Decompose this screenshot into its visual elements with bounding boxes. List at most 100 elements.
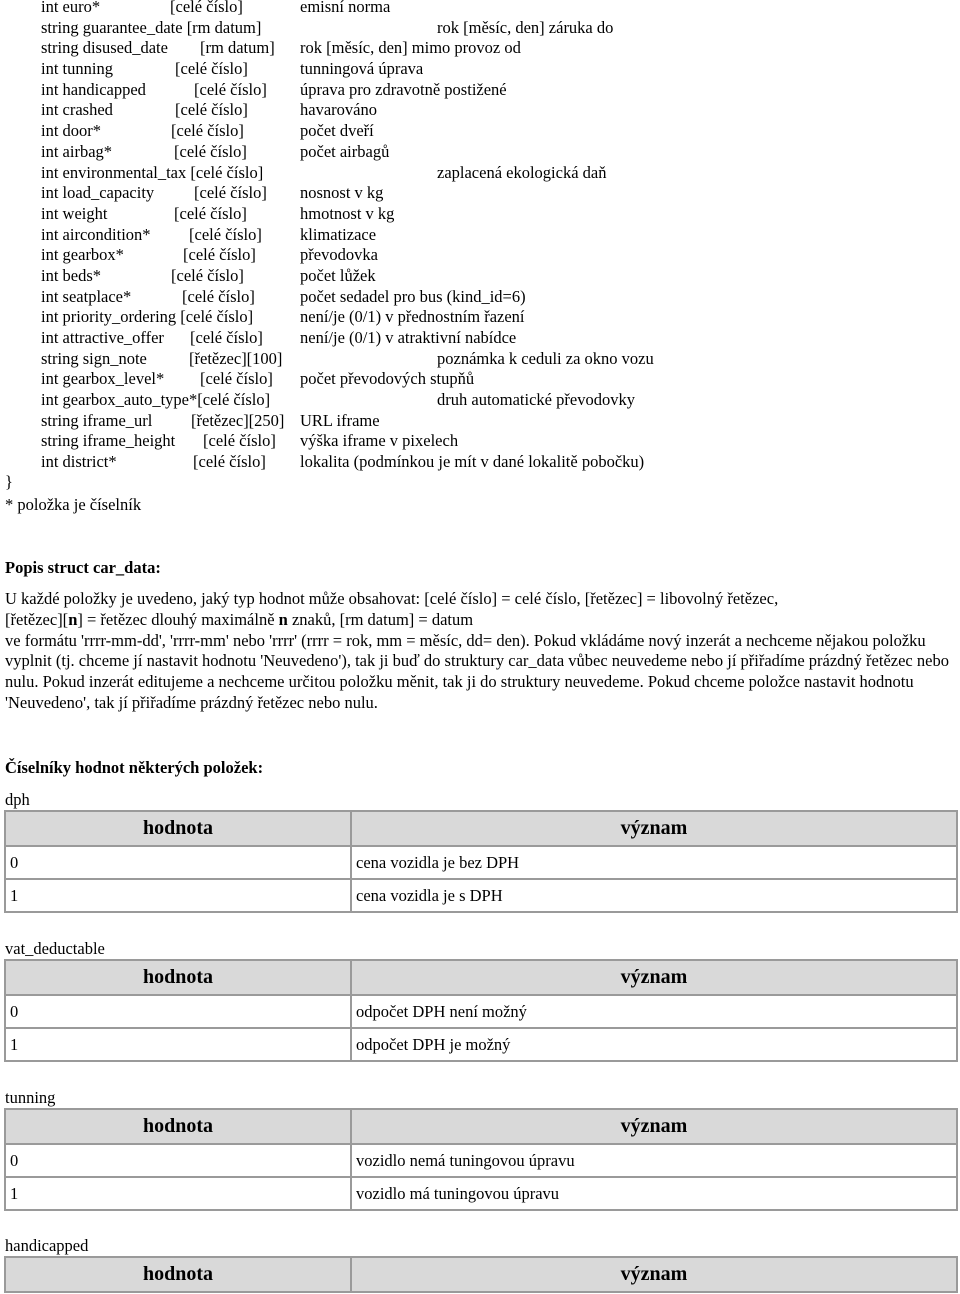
enum-name: handicapped: [5, 1236, 89, 1255]
footnote: * položka je číselník: [5, 495, 142, 514]
field-description: rok [měsíc, den] mimo provoz od: [300, 38, 521, 58]
field-description: hmotnost v kg: [300, 203, 395, 223]
cell-value: 1: [4, 878, 352, 913]
struct-field-line: int load_capacity [celé číslo] nosnost v k…: [0, 183, 960, 204]
field-type: [celé číslo]: [174, 203, 247, 223]
field-type: [rm datum]: [200, 38, 275, 58]
field-declaration: int airbag*: [41, 141, 113, 161]
description-fragment: [řetězec][: [5, 609, 69, 629]
table-header-row: hodnota význam: [4, 1256, 958, 1293]
field-type: [celé číslo]: [175, 59, 248, 79]
field-declaration: int crashed: [41, 100, 113, 120]
field-declaration: string iframe_url: [41, 410, 153, 430]
header-value: hodnota: [4, 1108, 352, 1145]
field-description: zaplacená ekologická daň: [437, 162, 607, 182]
cell-value: 1: [4, 1176, 352, 1211]
bold-n: n: [68, 609, 78, 629]
enum-name: tunning: [5, 1088, 56, 1107]
field-type: [celé číslo]: [170, 0, 243, 16]
struct-field-line: int seatplace* [celé číslo] počet sedadel …: [0, 287, 960, 308]
field-declaration: int attractive_offer: [41, 328, 164, 347]
cell-meaning: cena vozidla je bez DPH: [350, 845, 958, 880]
field-description: není/je (0/1) v přednostním řazení: [300, 307, 525, 327]
cell-value: 1: [4, 1027, 352, 1062]
enum-table: hodnota význam 0 cena vozidla je bez DPH 1 ce…: [4, 810, 958, 913]
field-description: URL iframe: [300, 410, 380, 430]
struct-field-line: int district* [celé číslo] lokalita (podmí…: [0, 452, 960, 473]
table-header-row: hodnota význam: [4, 959, 958, 996]
field-type: [celé číslo]: [182, 286, 255, 306]
field-declaration: int gearbox_level*: [41, 369, 165, 389]
field-type: [celé číslo]: [190, 328, 263, 347]
header-meaning: význam: [350, 1108, 958, 1145]
table-row: 1 cena vozidla je s DPH: [4, 878, 958, 913]
field-declaration: int load_capacity: [41, 183, 155, 203]
field-description: není/je (0/1) v atraktivní nabídce: [300, 328, 517, 347]
field-declaration: int priority_ordering [celé číslo]: [41, 307, 254, 327]
table-row: 1 odpočet DPH je možný: [4, 1027, 958, 1062]
field-declaration: string iframe_height: [41, 431, 176, 451]
field-description: převodovka: [300, 245, 378, 265]
field-declaration: int weight: [41, 203, 108, 223]
struct-field-line: string guarantee_date [rm datum] rok [měs…: [0, 18, 960, 39]
table-row: 1 vozidlo má tuningovou úpravu: [4, 1176, 958, 1211]
table-row: 0 odpočet DPH není možný: [4, 994, 958, 1029]
table-header-row: hodnota význam: [4, 810, 958, 847]
field-declaration: string guarantee_date [rm datum]: [41, 17, 262, 37]
cell-meaning: vozidlo má tuningovou úpravu: [350, 1176, 958, 1211]
field-declaration: int gearbox_auto_type*[celé číslo]: [41, 390, 271, 410]
field-declaration: string disused_date: [41, 38, 168, 58]
field-declaration: int door*: [41, 121, 102, 141]
field-description: lokalita (podmínkou je mít v dané lokali…: [300, 452, 645, 472]
description-fragment: znaků, [rm datum] = datum: [287, 609, 474, 629]
field-type: [celé číslo]: [194, 183, 267, 203]
struct-field-line: int attractive_offer [celé číslo] není/je …: [0, 328, 960, 349]
field-description: počet dveří: [300, 121, 374, 141]
enum-name: dph: [5, 790, 30, 809]
enum-name: vat_deductable: [5, 939, 105, 958]
struct-field-line: int crashed [celé číslo] havarováno: [0, 100, 960, 121]
struct-field-line: string iframe_height [celé číslo] výška if…: [0, 431, 960, 452]
field-description: počet lůžek: [300, 265, 376, 285]
header-meaning: význam: [350, 959, 958, 996]
field-type: [celé číslo]: [200, 369, 273, 389]
struct-field-line: int priority_ordering [celé číslo] není/j…: [0, 307, 960, 328]
field-type: [celé číslo]: [203, 431, 276, 451]
field-description: druh automatické převodovky: [437, 390, 635, 410]
struct-field-line: int tunning [celé číslo] tunningová úprava: [0, 59, 960, 80]
table-row: 0 cena vozidla je bez DPH: [4, 845, 958, 880]
struct-field-line: int weight [celé číslo] hmotnost v kg: [0, 204, 960, 225]
cell-value: 0: [4, 1143, 352, 1178]
field-description: výška iframe v pixelech: [300, 431, 459, 451]
field-description: nosnost v kg: [300, 183, 384, 203]
struct-field-list: int euro* [celé číslo] emisní norma string …: [0, 0, 960, 473]
description-fragment: ] = řetězec dlouhý maximálně: [77, 609, 279, 629]
struct-field-line: string iframe_url [řetězec][250] URL ifram…: [0, 411, 960, 432]
field-description: poznámka k ceduli za okno vozu: [437, 348, 654, 368]
struct-field-line: int gearbox_auto_type*[celé číslo] druh a…: [0, 390, 960, 411]
field-description: tunningová úprava: [300, 59, 424, 79]
bold-n: n: [278, 609, 288, 629]
field-declaration: int gearbox*: [41, 245, 124, 265]
description-text: U každé položky je uvedeno, jaký typ hod…: [5, 589, 950, 714]
field-declaration: int beds*: [41, 265, 102, 285]
cell-meaning: cena vozidla je s DPH: [350, 878, 958, 913]
field-type: [celé číslo]: [194, 79, 267, 99]
field-declaration: int environmental_tax [celé číslo]: [41, 162, 264, 182]
field-type: [celé číslo]: [189, 224, 262, 244]
field-type: [celé číslo]: [171, 121, 244, 141]
struct-field-line: int euro* [celé číslo] emisní norma: [0, 0, 960, 18]
struct-field-line: string sign_note [řetězec][100] poznámka k…: [0, 349, 960, 370]
header-meaning: význam: [350, 1256, 958, 1293]
field-description: rok [měsíc, den] záruka do: [437, 17, 614, 37]
cell-value: 0: [4, 845, 352, 880]
field-description: klimatizace: [300, 224, 377, 244]
header-value: hodnota: [4, 959, 352, 996]
cell-meaning: odpočet DPH je možný: [350, 1027, 958, 1062]
field-declaration: int district*: [41, 452, 117, 472]
field-declaration: int handicapped: [41, 79, 146, 99]
description-heading: Popis struct car_data:: [5, 558, 161, 577]
enums-heading: Číselníky hodnot některých položek:: [5, 758, 264, 777]
field-type: [řetězec][250]: [191, 410, 285, 430]
struct-field-line: int environmental_tax [celé číslo] zaplac…: [0, 163, 960, 184]
